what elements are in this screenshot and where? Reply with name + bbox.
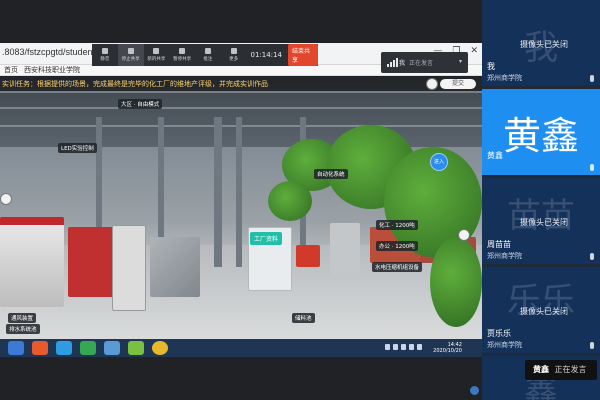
hotspot-drain[interactable]: 排水系统池 — [6, 324, 40, 334]
speaking-name: 黄鑫 — [533, 365, 549, 374]
panel-scroll-handle[interactable] — [470, 386, 479, 395]
participant-org: 郑州商学院 — [487, 252, 522, 260]
start-icon[interactable] — [8, 341, 24, 355]
bookmark-home[interactable]: 首页 — [4, 65, 18, 75]
speaking-toast: 黄鑫 正在发言 — [525, 360, 597, 380]
screen-icon — [127, 48, 134, 54]
hotspot-chem[interactable]: 化工 · 1200吨 — [376, 220, 418, 230]
chevron-down-icon[interactable]: ▾ — [459, 58, 462, 65]
taskbar-app-icon[interactable] — [80, 341, 96, 355]
taskbar-date: 2020/10/20 — [433, 348, 462, 354]
speaker-indicator[interactable]: 我 正在发言 ▾ — [381, 52, 468, 73]
speaker-name: 我 — [399, 60, 406, 67]
hotspot-vent[interactable]: 通风装置 — [8, 313, 37, 323]
participant-name: 黄鑫 — [487, 151, 503, 160]
hotspot-storage[interactable]: 储料池 — [292, 313, 315, 323]
camera-off-label: 摄像头已关闭 — [520, 218, 568, 227]
submit-button[interactable]: 提交 — [440, 79, 476, 89]
pause-icon — [179, 48, 186, 54]
mic-icon — [590, 75, 594, 82]
audio-level-icon — [387, 58, 398, 67]
hotspot-hall[interactable]: 大区 · 自由模式 — [118, 99, 163, 109]
stop-screen-button[interactable]: 停止共享 — [117, 44, 144, 66]
participant-org: 郑州商学院 — [487, 341, 522, 349]
participant-org: 郑州商学院 — [487, 74, 522, 82]
taskbar-app-icon[interactable] — [128, 341, 144, 355]
participant-name: 周苗苗 — [487, 240, 511, 249]
help-button[interactable] — [426, 78, 438, 90]
taskbar-app-icon[interactable] — [32, 341, 48, 355]
share-icon — [153, 48, 160, 54]
hotspot-automation[interactable]: 自动化系统 — [314, 169, 348, 179]
shared-screen-content: .8083/fstzcpgtd/student/de — ❐ ✕ 首页 西安科技… — [0, 43, 482, 357]
red-tank — [296, 245, 320, 267]
chrome-icon[interactable] — [152, 341, 168, 355]
mic-icon — [590, 253, 594, 260]
hotspot-factory-info[interactable]: 工厂资料 — [250, 232, 283, 245]
participant-tile[interactable]: 苗苗 摄像头已关闭 周苗苗 郑州商学院 — [482, 178, 600, 264]
end-share-button[interactable]: 结束共享 — [287, 44, 319, 66]
windows-taskbar: 14:42 2020/10/20 — [0, 339, 482, 357]
system-tray[interactable] — [385, 344, 422, 350]
camera-off-label: 摄像头已关闭 — [520, 307, 568, 316]
red-console — [68, 227, 116, 297]
meeting-timer: 01:14:14 — [250, 51, 282, 59]
camera-off-label: 摄像头已关闭 — [520, 40, 568, 49]
staircase — [150, 237, 200, 297]
nav-left-button[interactable] — [0, 193, 12, 205]
new-share-button[interactable]: 新的共享 — [144, 44, 170, 66]
taskbar-app-icon[interactable] — [56, 341, 72, 355]
hotspot-office[interactable]: 办公 · 1200吨 — [376, 241, 418, 251]
more-icon — [230, 48, 237, 54]
nav-right-button[interactable] — [458, 229, 470, 241]
mic-icon — [590, 164, 594, 171]
mid-machine — [330, 223, 360, 275]
shared-screen-area: .8083/fstzcpgtd/student/de — ❐ ✕ 首页 西安科技… — [0, 0, 482, 400]
participant-panel: 我 摄像头已关闭 我 郑州商学院 黄鑫 黄鑫 苗苗 摄像头已关闭 周苗苗 郑州商… — [482, 0, 600, 400]
task-banner: 实训任务：根据提供的场景，完成最终是完毕的化工厂的维地产评级，并完成实训作品 — [0, 77, 482, 91]
pen-icon — [204, 48, 211, 54]
share-toolbar: 静音 停止共享 新的共享 暂停共享 批注 更多 01:14:14 结束共享 — [92, 44, 319, 66]
bookmark-school[interactable]: 西安科技职业学院 — [24, 65, 80, 75]
participant-name: 贾乐乐 — [487, 329, 511, 338]
participant-tile[interactable]: 乐乐 摄像头已关闭 贾乐乐 郑州商学院 — [482, 267, 600, 353]
participant-tile[interactable]: 我 摄像头已关闭 我 郑州商学院 — [482, 0, 600, 86]
annotate-button[interactable]: 批注 — [195, 44, 221, 66]
mute-button[interactable]: 静音 — [92, 44, 118, 66]
red-machine — [0, 217, 64, 307]
factory-panorama[interactable]: 大区 · 自由模式 LED实验控制 自动化系统 化工 · 1200吨 办公 · … — [0, 77, 482, 339]
hotspot-compressor[interactable]: 水电压缩机组设备 — [372, 262, 423, 272]
pause-share-button[interactable]: 暂停共享 — [169, 44, 195, 66]
control-cabinet — [112, 225, 146, 311]
taskbar-clock[interactable]: 14:42 2020/10/20 — [433, 342, 462, 354]
participant-avatar-text: 苗苗 — [507, 196, 575, 236]
mic-icon — [590, 342, 594, 349]
speaking-status: 正在发言 — [554, 365, 587, 374]
speaker-status: 正在发言 — [409, 60, 434, 67]
more-button[interactable]: 更多 — [221, 44, 247, 66]
hotspot-led[interactable]: LED实验控制 — [58, 143, 97, 153]
close-icon[interactable]: ✕ — [470, 46, 478, 56]
meeting-window: .8083/fstzcpgtd/student/de — ❐ ✕ 首页 西安科技… — [0, 0, 600, 400]
participant-name: 我 — [487, 62, 495, 71]
mic-icon — [101, 48, 108, 54]
participant-tile-active[interactable]: 黄鑫 黄鑫 — [482, 89, 600, 175]
hotspot-enter-dot[interactable]: 进入 — [430, 153, 448, 171]
taskbar-app-icon[interactable] — [104, 341, 120, 355]
